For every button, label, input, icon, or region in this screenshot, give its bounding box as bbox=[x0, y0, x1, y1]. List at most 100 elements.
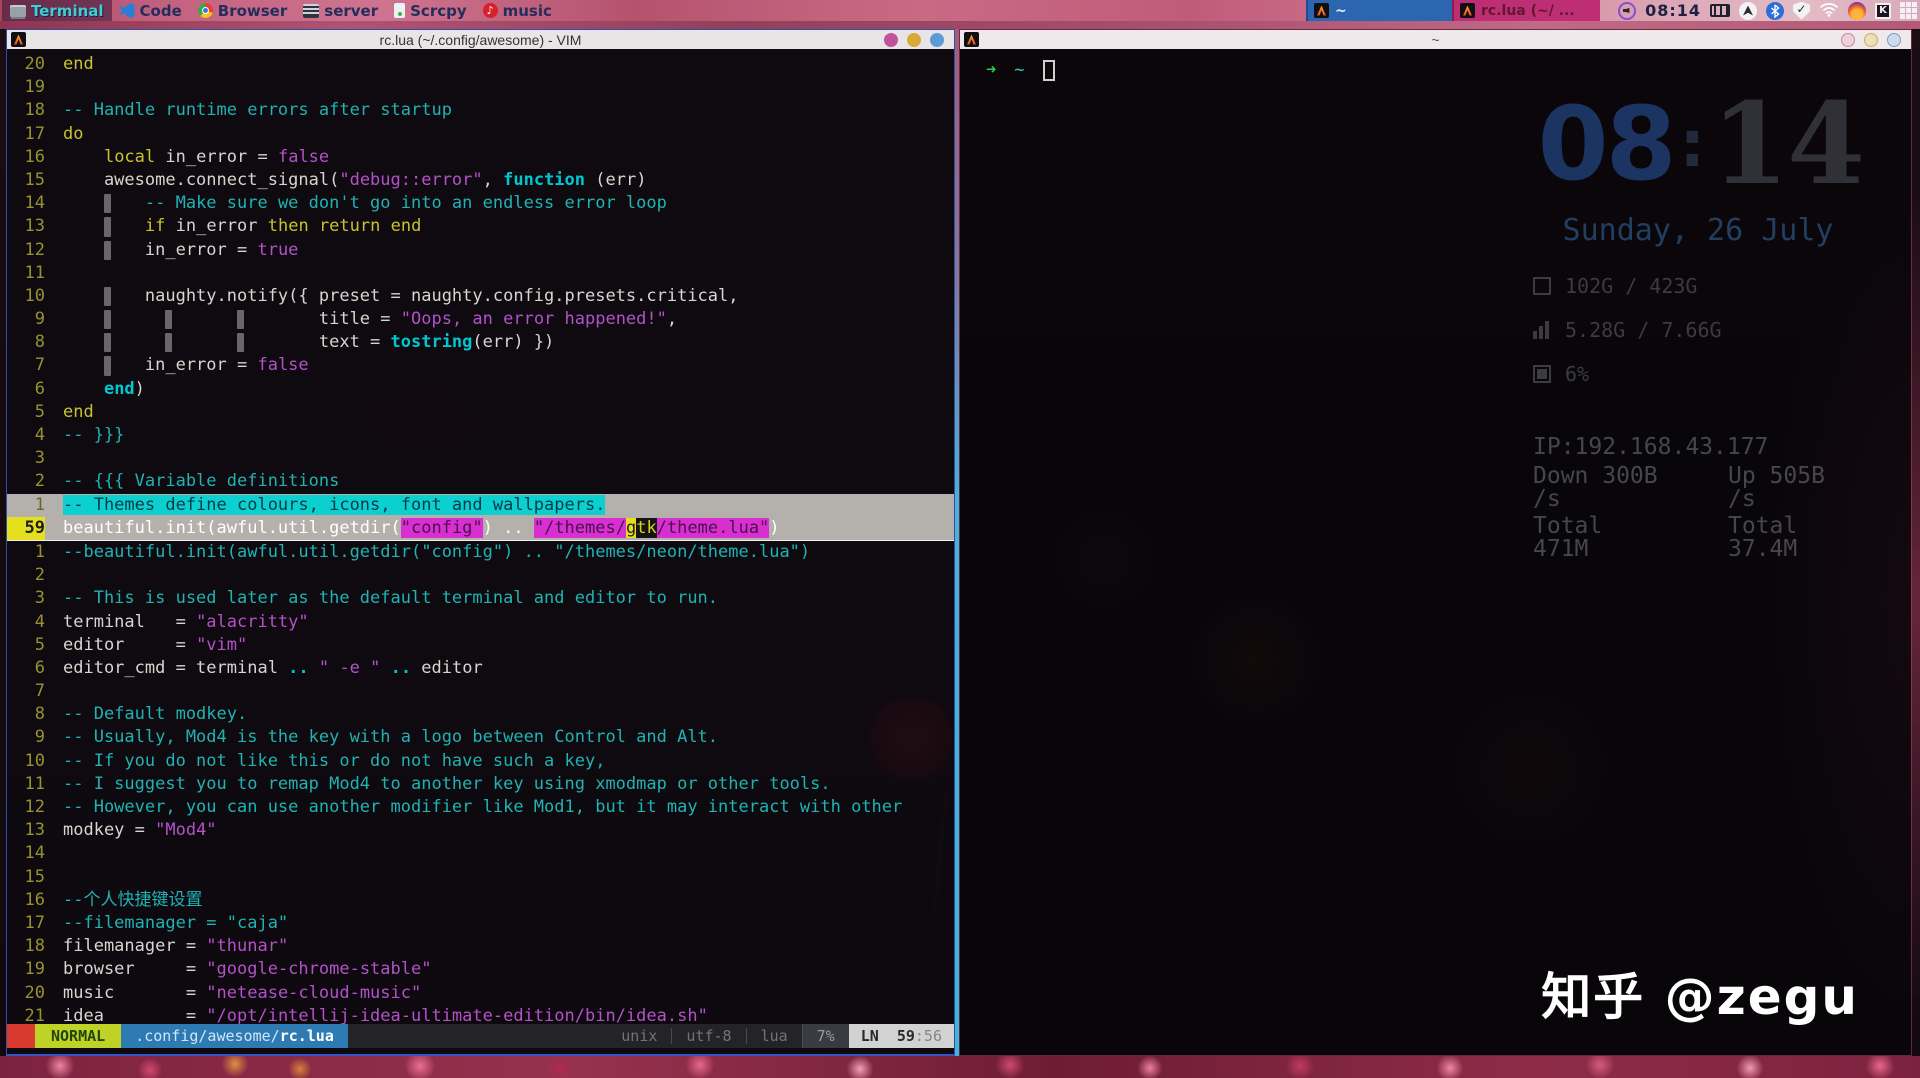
code-line: 5 end bbox=[34, 401, 94, 422]
system-tray: 08:14 K bbox=[1618, 0, 1917, 21]
window-button-close[interactable] bbox=[1841, 32, 1855, 47]
code-line: 7 bbox=[34, 681, 45, 702]
grid-menu-icon[interactable] bbox=[1900, 2, 1917, 19]
flame-icon[interactable] bbox=[1848, 1, 1866, 20]
separator bbox=[745, 1028, 747, 1044]
wallpaper-gap-strip bbox=[0, 21, 1920, 29]
prompt-arrow: ➜ bbox=[986, 60, 997, 80]
tag-code[interactable]: Code bbox=[112, 0, 190, 21]
code-line: 1 --beautiful.init(awful.util.getdir("con… bbox=[34, 541, 811, 562]
wifi-icon[interactable] bbox=[1819, 1, 1839, 21]
fcitx-k-icon[interactable]: K bbox=[1875, 2, 1891, 19]
statusline-cap bbox=[7, 1024, 35, 1048]
window-button-maximize[interactable] bbox=[1887, 32, 1901, 47]
code-line: 9 -- Usually, Mod4 is the key with a logo… bbox=[34, 727, 719, 748]
cursor-line: 59 bbox=[896, 1027, 915, 1045]
tag-music[interactable]: ♪ music bbox=[475, 0, 560, 21]
task-vim-rclua[interactable]: rc.lua (~/ ... bbox=[1452, 0, 1600, 21]
indent-guide bbox=[103, 240, 111, 260]
shell-prompt: ➜ ~ bbox=[986, 59, 1055, 82]
terminal-titlebar[interactable]: ~ bbox=[960, 30, 1911, 49]
tag-browser[interactable]: Browser bbox=[190, 0, 296, 21]
ln-label: LN bbox=[860, 1027, 879, 1045]
code-line: 16 --个人快捷键设置 bbox=[24, 889, 203, 910]
desktop: Terminal Code Browser server Scrcpy ♪ mu… bbox=[0, 0, 1920, 1078]
code-line: 16 local in_error = false bbox=[24, 146, 330, 167]
taglist: Terminal Code Browser server Scrcpy ♪ mu… bbox=[0, 0, 560, 21]
vim-titlebar[interactable]: rc.lua (~/.config/awesome) - VIM bbox=[7, 30, 954, 49]
cpu-stat: 6% bbox=[1533, 352, 1863, 396]
awesome-icon bbox=[1314, 3, 1329, 18]
netease-music-icon: ♪ bbox=[482, 3, 498, 18]
code-line: 59 beautiful.init(awful.util.getdir("conf… bbox=[7, 516, 954, 541]
volume-icon[interactable] bbox=[1618, 1, 1637, 20]
vim-window: rc.lua (~/.config/awesome) - VIM 20 end 19… bbox=[6, 29, 955, 1056]
code-line: 3 bbox=[34, 448, 45, 469]
code-line: 6 end) bbox=[34, 378, 145, 399]
bluetooth-icon[interactable] bbox=[1766, 1, 1784, 20]
code-line: 10 naughty.notify({ preset = naughty.con… bbox=[24, 285, 739, 307]
code-line: 7 in_error = false bbox=[34, 355, 309, 376]
awesome-icon bbox=[11, 32, 26, 47]
code-line: 20 music = "netease-cloud-music" bbox=[24, 982, 422, 1003]
tag-label: server bbox=[324, 1, 379, 20]
indent-guide bbox=[165, 310, 173, 330]
awesome-icon bbox=[964, 32, 979, 47]
desktop-date: Sunday, 26 July bbox=[1562, 213, 1834, 248]
separator bbox=[671, 1028, 673, 1044]
task-label: rc.lua (~/ ... bbox=[1481, 2, 1575, 19]
tag-label: Scrcpy bbox=[410, 1, 467, 20]
task-terminal-home[interactable]: ~ bbox=[1306, 0, 1452, 21]
terminal-icon bbox=[10, 4, 26, 17]
conky-widgets: 08 : 14 Sunday, 26 July 102G / 423G 5.28… bbox=[1533, 79, 1865, 562]
keyboard-icon[interactable] bbox=[1710, 4, 1730, 17]
net-down: Down 300B /s bbox=[1533, 463, 1658, 512]
code-line: 15 bbox=[24, 866, 45, 887]
vscode-icon bbox=[119, 3, 135, 18]
code-editor[interactable]: 20 end 19 18 -- Handle runtime errors after … bbox=[7, 49, 954, 1024]
prompt-path: ~ bbox=[1014, 60, 1025, 80]
window-button-maximize[interactable] bbox=[930, 32, 944, 47]
code-line: 18 -- Handle runtime errors after startup bbox=[24, 100, 452, 121]
indent-guide bbox=[103, 356, 111, 376]
cpu-icon bbox=[1533, 365, 1551, 383]
tag-scrcpy[interactable]: Scrcpy bbox=[386, 0, 475, 21]
net-up-total: Total 37.4M bbox=[1728, 513, 1798, 562]
wallpaper-bottom-strip bbox=[0, 1056, 1920, 1078]
clock-minutes: 14 bbox=[1711, 79, 1865, 210]
app-circle-icon[interactable] bbox=[1739, 1, 1757, 20]
code-line: 13 modkey = "Mod4" bbox=[24, 820, 217, 841]
code-line: 20 end bbox=[24, 54, 94, 74]
code-line: 14 -- Make sure we don't go into an endl… bbox=[24, 193, 667, 214]
code-line: 2 bbox=[34, 565, 45, 586]
code-line: 11 bbox=[24, 262, 45, 283]
window-button-minimize[interactable] bbox=[907, 32, 921, 47]
cursor-column: :56 bbox=[914, 1027, 942, 1045]
code-line: 21 idea = "/opt/intellij-idea-ultimate-ed… bbox=[24, 1005, 708, 1024]
tag-label: Terminal bbox=[31, 1, 104, 20]
window-buttons bbox=[884, 32, 944, 47]
window-button-minimize[interactable] bbox=[1864, 32, 1878, 47]
tag-server[interactable]: server bbox=[295, 0, 386, 21]
indent-guide bbox=[103, 333, 111, 353]
terminal-body[interactable]: ➜ ~ 08 : 14 Sunday, 26 July 102G / 423G bbox=[960, 49, 1911, 1055]
file-name: rc.lua bbox=[279, 1027, 334, 1045]
code-line: 12 -- However, you can use another modifi… bbox=[24, 797, 903, 817]
statusline-filename: .config/awesome/rc.lua bbox=[121, 1024, 348, 1048]
clock-colon: : bbox=[1679, 108, 1706, 182]
scroll-percent: 7% bbox=[801, 1024, 849, 1048]
window-buttons bbox=[1841, 32, 1901, 47]
shield-icon[interactable] bbox=[1793, 1, 1810, 20]
chrome-icon bbox=[197, 3, 213, 18]
window-button-close[interactable] bbox=[884, 32, 898, 47]
code-line: 8 -- Default modkey. bbox=[34, 704, 248, 725]
tag-terminal[interactable]: Terminal bbox=[2, 0, 112, 21]
file-dir: .config/awesome/ bbox=[135, 1027, 280, 1045]
code-line: 4 terminal = "alacritty" bbox=[34, 611, 309, 632]
vim-bottom-padding bbox=[7, 1048, 954, 1054]
top-bar: Terminal Code Browser server Scrcpy ♪ mu… bbox=[0, 0, 1920, 21]
code-line: 11 -- I suggest you to remap Mod4 to anot… bbox=[24, 773, 831, 794]
memory-stat: 5.28G / 7.66G bbox=[1533, 308, 1863, 352]
code-line: 17 --filemanager = "caja" bbox=[24, 912, 289, 933]
system-stats: 102G / 423G 5.28G / 7.66G 6% bbox=[1533, 264, 1863, 396]
